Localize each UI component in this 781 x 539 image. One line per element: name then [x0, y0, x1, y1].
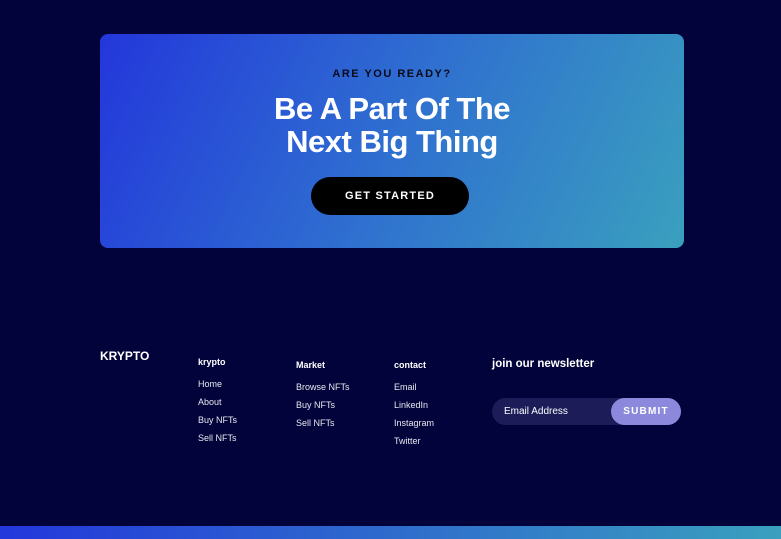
footer-link-instagram[interactable]: Instagram [394, 418, 434, 428]
footer-link-about[interactable]: About [198, 397, 237, 407]
footer-column-market: Market Browse NFTs Buy NFTs Sell NFTs [296, 360, 350, 436]
get-started-button[interactable]: GET STARTED [311, 177, 469, 215]
footer-link-twitter[interactable]: Twitter [394, 436, 434, 446]
footer-link-linkedin[interactable]: LinkedIn [394, 400, 434, 410]
column-title: contact [394, 360, 427, 370]
footer-link-buy-nfts[interactable]: Buy NFTs [296, 400, 350, 410]
footer-link-sell-nfts[interactable]: Sell NFTs [198, 433, 237, 443]
footer-brand: KRYPTO [100, 349, 150, 363]
cta-eyebrow: ARE YOU READY? [332, 68, 452, 80]
newsletter-title: join our newsletter [492, 358, 595, 370]
newsletter-form: SUBMIT [492, 398, 681, 425]
email-input[interactable] [504, 398, 604, 425]
cta-headline: Be A Part Of The Next Big Thing [100, 92, 684, 158]
headline-line-1: Be A Part Of The [273, 91, 511, 126]
cta-banner: ARE YOU READY? Be A Part Of The Next Big… [100, 34, 684, 248]
footer-link-home[interactable]: Home [198, 379, 237, 389]
bottom-gradient-bar [0, 526, 781, 539]
submit-button[interactable]: SUBMIT [611, 398, 681, 425]
footer-column-contact: contact Email LinkedIn Instagram Twitter [394, 360, 434, 454]
footer-column-krypto: krypto Home About Buy NFTs Sell NFTs [198, 357, 237, 451]
column-title: Market [296, 360, 326, 370]
column-title: krypto [198, 357, 226, 367]
footer-link-buy-nfts[interactable]: Buy NFTs [198, 415, 237, 425]
footer-link-browse-nfts[interactable]: Browse NFTs [296, 382, 350, 392]
footer-link-email[interactable]: Email [394, 382, 434, 392]
footer-link-sell-nfts[interactable]: Sell NFTs [296, 418, 350, 428]
headline-line-2: Next Big Thing [286, 124, 498, 159]
